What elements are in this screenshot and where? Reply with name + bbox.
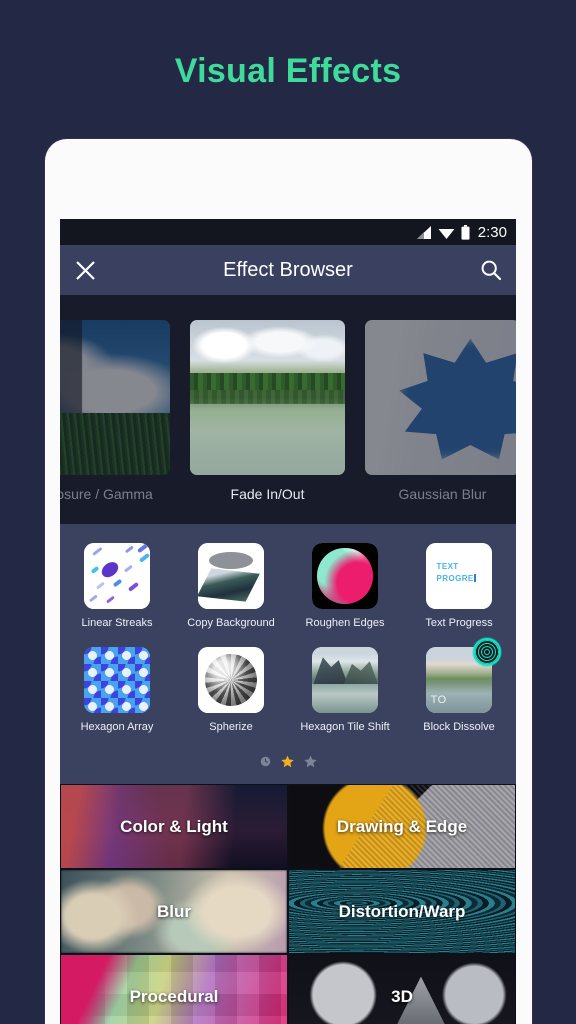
effect-item-spherize[interactable]: Spherize [174,643,288,747]
effect-item-label: Hexagon Array [80,721,154,733]
clouds-art [190,326,345,367]
featured-thumbnail [190,320,345,475]
screenshot-root: Visual Effects 2:30 Effect Browser osure… [0,0,576,1024]
thumbnail-text: TEXT PROGRE [437,561,476,584]
category-grid: Color & Light Drawing & Edge Blur Distor… [60,784,516,1024]
page-indicator [60,747,516,778]
effect-grid-row: Hexagon Array Spherize Hexagon Tile Shif… [60,638,516,747]
blue-hexagons-art [84,647,150,713]
thumbnail-text: TO [430,694,447,707]
treeline-art [190,372,345,390]
clock-icon[interactable] [260,756,271,767]
effect-thumbnail: TEXT PROGRE [426,543,492,609]
thumbnail-text-line1: TEXT [436,562,459,572]
effect-grid: Linear Streaks Copy Background Roughen E… [60,524,516,784]
category-label: Color & Light [120,816,228,836]
wifi-icon [438,228,455,239]
lake-landscape-art [190,320,345,475]
effect-item-roughen-edges[interactable]: Roughen Edges [288,539,402,643]
close-icon [75,260,95,280]
app-bar-title: Effect Browser [223,258,353,281]
text-caret-icon [473,574,476,583]
star-icon-active[interactable] [280,755,294,768]
phone-screen: 2:30 Effect Browser osure / Gamma Fade I… [60,219,516,1024]
ellipse-over-plane-art [198,543,264,609]
category-tile-color-light[interactable]: Color & Light [60,784,288,869]
category-tile-distortion-warp[interactable]: Distortion/Warp [288,869,516,954]
photo-plane-art [198,568,261,602]
rough-circle-shape [317,548,373,604]
diagonal-streaks-art [84,543,150,609]
category-label: Drawing & Edge [336,816,468,836]
effect-item-label: Roughen Edges [305,617,385,629]
effect-thumbnail [198,647,264,713]
effect-item-linear-streaks[interactable]: Linear Streaks [60,539,174,643]
effect-thumbnail [84,647,150,713]
pink-teal-circle-art [312,543,378,609]
mountain-lake-art [312,647,378,713]
grass-art [60,413,170,475]
search-icon [481,260,502,281]
star-icon[interactable] [303,755,317,768]
signal-icon [416,225,431,239]
status-bar: 2:30 [60,219,516,245]
effect-thumbnail: TO [426,638,501,713]
category-tile-3d[interactable]: 3D [288,954,516,1024]
phone-mockup: 2:30 Effect Browser osure / Gamma Fade I… [45,139,532,1024]
featured-thumbnail [365,320,516,475]
featured-card-exposure-gamma[interactable]: Exposure / Gamma [60,320,170,502]
close-button[interactable] [60,245,110,295]
battery-icon [461,224,470,240]
effect-thumbnail [312,647,378,713]
blurred-star-art [365,320,516,475]
featured-card-fade-in-out[interactable]: Fade In/Out [190,320,345,502]
effect-thumbnail [84,543,150,609]
effect-item-hexagon-tile-shift[interactable]: Hexagon Tile Shift [288,643,402,747]
treeline-reflection-art [190,389,345,404]
effect-grid-row: Linear Streaks Copy Background Roughen E… [60,539,516,643]
effect-item-text-progress[interactable]: TEXT PROGRE Text Progress [402,539,516,643]
featured-card-label: Fade In/Out [230,486,305,502]
effect-thumbnail [312,543,378,609]
ripple-badge-icon [473,638,501,666]
effect-item-label: Linear Streaks [81,617,153,629]
effect-item-label: Hexagon Tile Shift [300,721,390,733]
featured-card-label: Gaussian Blur [398,486,487,502]
effect-item-block-dissolve[interactable]: TO Block Dissolve [402,638,516,747]
effect-item-label: Spherize [209,721,253,733]
water-art [312,683,378,713]
effect-item-hexagon-array[interactable]: Hexagon Array [60,643,174,747]
effect-thumbnail [198,543,264,609]
featured-card-gaussian-blur[interactable]: Gaussian Blur [365,320,516,502]
typing-text-art: TEXT PROGRE [426,543,492,609]
featured-carousel[interactable]: Exposure / Gamma Fade In/Out [60,295,516,524]
page-title: Visual Effects [174,52,402,90]
checkered-sphere-art [198,647,264,713]
sphere-shape-icon [204,653,258,707]
effect-item-copy-background[interactable]: Copy Background [174,539,288,643]
featured-card-label: Exposure / Gamma [60,486,153,502]
featured-thumbnail [60,320,170,475]
category-label: Distortion/Warp [338,901,466,921]
category-tile-blur[interactable]: Blur [60,869,288,954]
mountain-shape [343,661,378,684]
category-label: Blur [157,901,191,921]
category-tile-procedural[interactable]: Procedural [60,954,288,1024]
category-label: 3D [391,986,413,1006]
ellipse-shape-icon [208,552,253,570]
search-button[interactable] [466,245,516,295]
app-bar: Effect Browser [60,245,516,295]
effect-item-label: Block Dissolve [423,721,495,733]
featured-card-list: Exposure / Gamma Fade In/Out [60,320,516,502]
category-tile-drawing-edge[interactable]: Drawing & Edge [288,784,516,869]
star-shape-icon [399,338,516,460]
thumbnail-text-line2: PROGRE [436,574,474,584]
water-art [190,403,345,475]
effect-item-label: Copy Background [187,617,275,629]
mountain-shape [313,657,348,684]
status-time: 2:30 [477,223,507,241]
category-label: Procedural [129,986,219,1006]
